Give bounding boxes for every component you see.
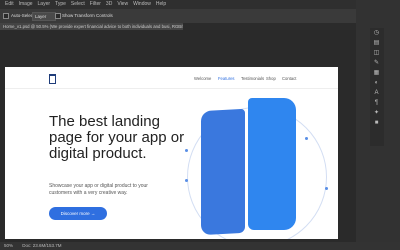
hero-title: The best landing page for your app or di… [49, 113, 185, 162]
auto-select-dropdown[interactable]: Layer [32, 12, 56, 21]
menu-edit[interactable]: Edit [5, 1, 14, 7]
menu-3d[interactable]: 3D [106, 1, 112, 7]
site-logo-icon [49, 74, 56, 84]
nav-welcome[interactable]: Welcome [194, 76, 211, 81]
options-bar: Auto-Select: Layer Show Transform Contro… [0, 9, 400, 24]
show-transform-label: Show Transform Controls [62, 13, 113, 18]
canvas[interactable]: Welcome Features Testimonials Shop Conta… [5, 67, 338, 239]
phone-illustration-right [248, 98, 296, 230]
decorative-dot [305, 137, 308, 140]
history-icon[interactable]: ◷ [373, 30, 380, 37]
menu-type[interactable]: Type [55, 1, 66, 7]
menu-window[interactable]: Window [133, 1, 151, 7]
brush-icon[interactable]: ✦ [373, 110, 380, 117]
status-bar: 50% Doc: 23.6M/153.7M [0, 242, 400, 250]
decorative-dot [325, 187, 328, 190]
nav-features[interactable]: Features [218, 76, 235, 81]
zoom-level[interactable]: 50% [4, 243, 13, 248]
paragraph-icon[interactable]: ¶ [373, 100, 380, 107]
menu-image[interactable]: Image [19, 1, 33, 7]
menu-help[interactable]: Help [156, 1, 166, 7]
menu-select[interactable]: Select [71, 1, 85, 7]
hero-subtitle: Showcase your app or digital product to … [49, 183, 148, 196]
phone-illustration-left [201, 108, 245, 236]
menu-layer[interactable]: Layer [38, 1, 51, 7]
menu-filter[interactable]: Filter [90, 1, 101, 7]
discover-more-button[interactable]: Discover more → [49, 207, 107, 220]
channels-icon[interactable]: ◫ [373, 50, 380, 57]
document-size: Doc: 23.6M/153.7M [22, 243, 62, 248]
decorative-dot [185, 149, 188, 152]
nav-testimonials[interactable]: Testimonials [241, 76, 264, 81]
adjustments-icon[interactable]: ◐ [373, 80, 380, 87]
document-tab[interactable]: Home_v1.psd @ 50.5% (We provide expert f… [0, 23, 183, 30]
nav-contact[interactable]: Contact [282, 76, 296, 81]
swatches-icon[interactable]: ■ [373, 120, 380, 127]
panel-icon-strip: ◷ ▤ ◫ ✎ ▦ ◐ A ¶ ✦ ■ [370, 28, 384, 146]
header-divider [5, 88, 338, 89]
decorative-dot [185, 179, 188, 182]
document-tab-bar: Home_v1.psd @ 50.5% (We provide expert f… [0, 23, 356, 30]
menu-view[interactable]: View [117, 1, 128, 7]
menu-bar: Edit Image Layer Type Select Filter 3D View Wind… [0, 0, 400, 9]
layers-icon[interactable]: ▤ [373, 40, 380, 47]
character-icon[interactable]: A [373, 90, 380, 97]
properties-icon[interactable]: ▦ [373, 70, 380, 77]
paths-icon[interactable]: ✎ [373, 60, 380, 67]
nav-shop[interactable]: Shop [266, 76, 276, 81]
